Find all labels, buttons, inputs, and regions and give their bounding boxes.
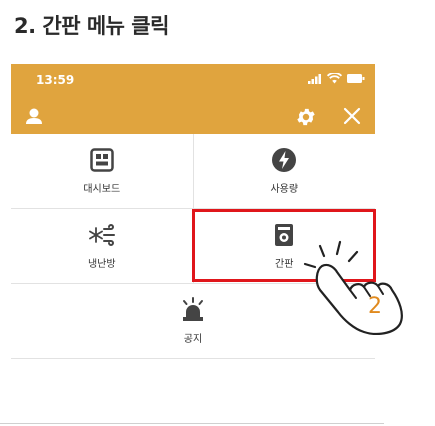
menu-row: 대시보드 사용량	[11, 134, 375, 209]
lightning-icon	[272, 148, 297, 172]
menu-item-label: 대시보드	[83, 184, 121, 195]
alarm-bell-icon	[183, 297, 203, 321]
snowflake-wind-icon	[88, 224, 115, 246]
menu-item-dashboard[interactable]: 대시보드	[11, 134, 193, 208]
tap-hand-icon: 2	[303, 240, 403, 335]
menu-item-label: 냉난방	[87, 259, 116, 270]
menu-item-label: 공지	[183, 334, 203, 345]
menu-item-label: 사용량	[270, 184, 299, 195]
step-title: 2. 간판 메뉴 클릭	[14, 14, 169, 38]
divider	[0, 423, 384, 424]
status-time: 13:59	[36, 73, 75, 87]
wifi-icon	[327, 73, 342, 84]
menu-item-hvac[interactable]: 냉난방	[11, 209, 193, 283]
menu-item-usage[interactable]: 사용량	[192, 134, 376, 208]
close-icon[interactable]	[343, 107, 361, 125]
gear-icon[interactable]	[295, 106, 317, 128]
dashboard-icon	[90, 148, 114, 172]
status-bar: 13:59	[11, 64, 375, 98]
user-icon[interactable]	[24, 106, 44, 126]
step-number-label: 2	[368, 294, 382, 319]
signal-icon	[308, 73, 321, 84]
status-icons	[308, 73, 365, 84]
battery-icon	[347, 74, 365, 83]
app-bar	[11, 98, 375, 134]
